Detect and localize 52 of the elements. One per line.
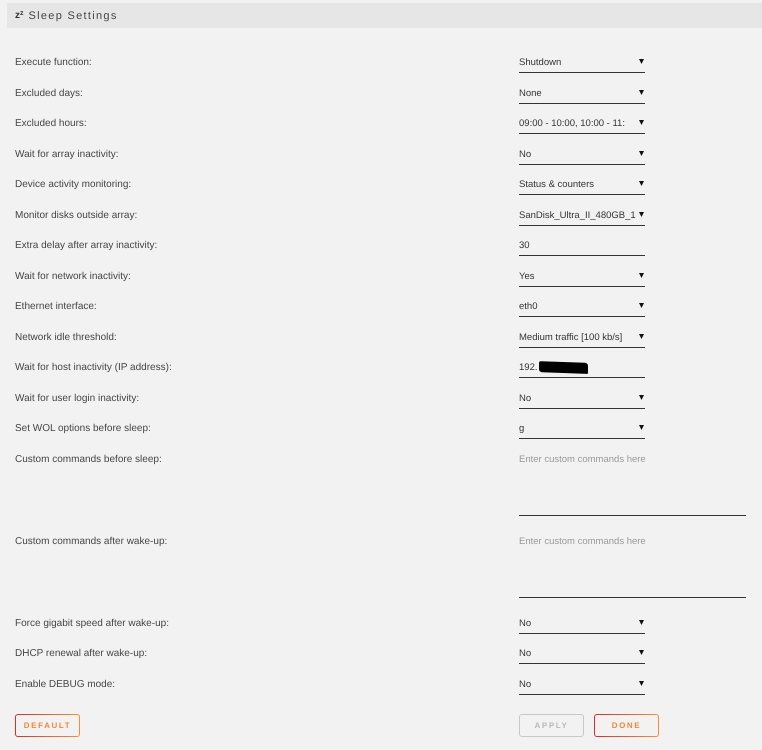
- setting-label: Wait for host inactivity (IP address):: [15, 361, 172, 375]
- setting-label: DHCP renewal after wake-up:: [15, 647, 148, 661]
- setting-label: Wait for user login inactivity:: [15, 392, 140, 406]
- setting-label: Custom commands before sleep:: [15, 452, 162, 466]
- dropdown[interactable]: Status & counters: [519, 175, 645, 195]
- dropdown[interactable]: None: [519, 84, 645, 104]
- caret-icon: [639, 59, 644, 64]
- setting-label: Wait for array inactivity:: [15, 148, 119, 162]
- setting-label: Extra delay after array inactivity:: [15, 239, 158, 253]
- setting-label: Excluded hours:: [15, 117, 87, 131]
- text-area[interactable]: Enter custom commands here: [519, 450, 746, 516]
- caret-icon: [639, 334, 644, 338]
- caret-icon: [639, 425, 644, 430]
- caret-icon: [639, 620, 644, 624]
- caret-icon: [639, 90, 644, 94]
- caret-icon: [639, 680, 644, 686]
- caret-icon: [639, 212, 644, 216]
- setting-label: Monitor disks outside array:: [15, 208, 138, 222]
- caret-icon: [639, 181, 644, 186]
- setting-label: Execute function:: [15, 56, 92, 70]
- setting-label: Custom commands after wake-up:: [15, 534, 168, 548]
- header-title: Sleep Settings: [28, 10, 118, 22]
- dropdown[interactable]: No: [519, 144, 645, 164]
- setting-label: Enable DEBUG mode:: [15, 678, 116, 692]
- input-field[interactable]: 192.: [519, 358, 645, 378]
- dropdown[interactable]: SanDisk_Ultra_II_480GB_1: [519, 206, 645, 226]
- caret-icon: [639, 303, 644, 308]
- setting-label: Device activity monitoring:: [15, 178, 132, 192]
- setting-label: Wait for network inactivity:: [15, 270, 131, 284]
- setting-label: Network idle threshold:: [15, 330, 117, 344]
- dropdown[interactable]: g: [519, 419, 645, 439]
- dropdown[interactable]: eth0: [519, 297, 645, 317]
- dropdown[interactable]: Medium traffic [100 kb/s]: [519, 328, 645, 348]
- dropdown[interactable]: No: [519, 614, 645, 634]
- setting-label: Force gigabit speed after wake-up:: [15, 616, 169, 630]
- dropdown[interactable]: Shutdown: [519, 53, 645, 73]
- caret-icon: [639, 120, 644, 125]
- caret-icon: [639, 650, 644, 655]
- setting-label: Set WOL options before sleep:: [15, 422, 151, 436]
- setting-label: Excluded days:: [15, 86, 83, 100]
- setting-label: Ethernet interface:: [15, 300, 97, 314]
- input-field[interactable]: 30: [519, 236, 645, 256]
- dropdown[interactable]: No: [519, 388, 645, 408]
- dropdown[interactable]: Yes: [519, 266, 645, 286]
- dropdown[interactable]: No: [519, 644, 645, 664]
- caret-icon: [639, 394, 644, 400]
- caret-icon: [639, 272, 644, 278]
- dropdown[interactable]: 09:00 - 10:00, 10:00 - 11:: [519, 114, 645, 134]
- sleep-icon: z$^{z}$: [15, 10, 24, 22]
- text-area[interactable]: Enter custom commands here: [519, 532, 746, 598]
- dropdown[interactable]: No: [519, 674, 645, 694]
- caret-icon: [639, 150, 644, 156]
